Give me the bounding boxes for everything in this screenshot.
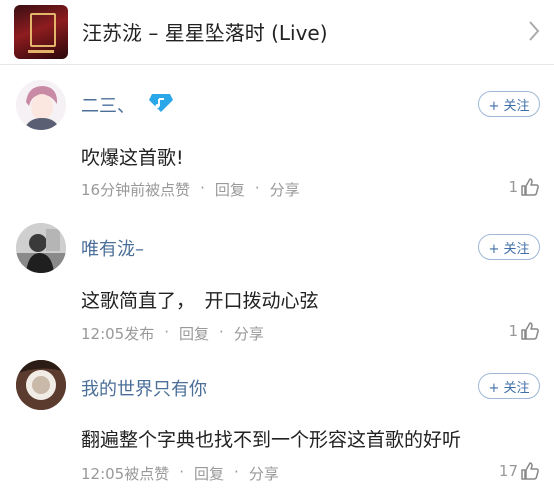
thumbs-up-icon — [521, 462, 539, 480]
timestamp: 12:05发布 — [81, 325, 155, 343]
comment-text: 翻遍整个字典也找不到一个形容这首歌的好听 — [81, 429, 462, 451]
album-cover — [14, 5, 68, 59]
avatar[interactable] — [16, 80, 66, 130]
avatar[interactable] — [16, 360, 66, 410]
like-button[interactable]: 1 — [508, 177, 540, 197]
song-title: 汪苏泷 – 星星坠落时 (Live) — [82, 21, 328, 45]
username[interactable]: 唯有泷– — [81, 235, 144, 261]
thumbs-up-icon — [521, 178, 539, 196]
username[interactable]: 我的世界只有你 — [81, 375, 207, 401]
reply-button[interactable]: 回复 — [179, 323, 209, 344]
follow-button[interactable]: + 关注 — [478, 234, 540, 260]
comment-item: 我的世界只有你 + 关注 翻遍整个字典也找不到一个形容这首歌的好听 12:05被… — [0, 350, 554, 499]
diamond-badge-icon — [149, 94, 173, 112]
like-count: 17 — [498, 462, 518, 480]
share-button[interactable]: 分享 — [234, 323, 264, 344]
comment-meta: 12:05被点赞 · 回复 · 分享 — [81, 463, 279, 484]
share-button[interactable]: 分享 — [249, 463, 279, 484]
chevron-right-icon[interactable] — [528, 20, 540, 42]
comment-item: 二三、 + 关注 吹爆这首歌! 16分钟前被点赞 · 回复 · 分享 1 — [0, 65, 554, 210]
comment-text: 吹爆这首歌! — [81, 147, 184, 169]
comment-meta: 16分钟前被点赞 · 回复 · 分享 — [81, 179, 300, 200]
follow-button[interactable]: + 关注 — [478, 373, 540, 399]
comment-meta: 12:05发布 · 回复 · 分享 — [81, 323, 264, 344]
timestamp: 16分钟前被点赞 — [81, 181, 191, 199]
like-button[interactable]: 17 — [499, 461, 540, 481]
like-count: 1 — [508, 322, 518, 340]
song-header[interactable]: 汪苏泷 – 星星坠落时 (Live) — [0, 0, 554, 64]
reply-button[interactable]: 回复 — [194, 463, 224, 484]
username[interactable]: 二三、 — [81, 92, 135, 118]
reply-button[interactable]: 回复 — [215, 179, 245, 200]
thumbs-up-icon — [521, 322, 539, 340]
comment-text: 这歌简直了， 开口拨动心弦 — [81, 290, 319, 312]
timestamp: 12:05被点赞 — [81, 465, 170, 483]
like-count: 1 — [508, 178, 518, 196]
avatar[interactable] — [16, 223, 66, 273]
follow-button[interactable]: + 关注 — [478, 91, 540, 117]
like-button[interactable]: 1 — [508, 321, 540, 341]
comment-item: 唯有泷– + 关注 这歌简直了， 开口拨动心弦 12:05发布 · 回复 · 分享 … — [0, 210, 554, 350]
share-button[interactable]: 分享 — [270, 179, 300, 200]
